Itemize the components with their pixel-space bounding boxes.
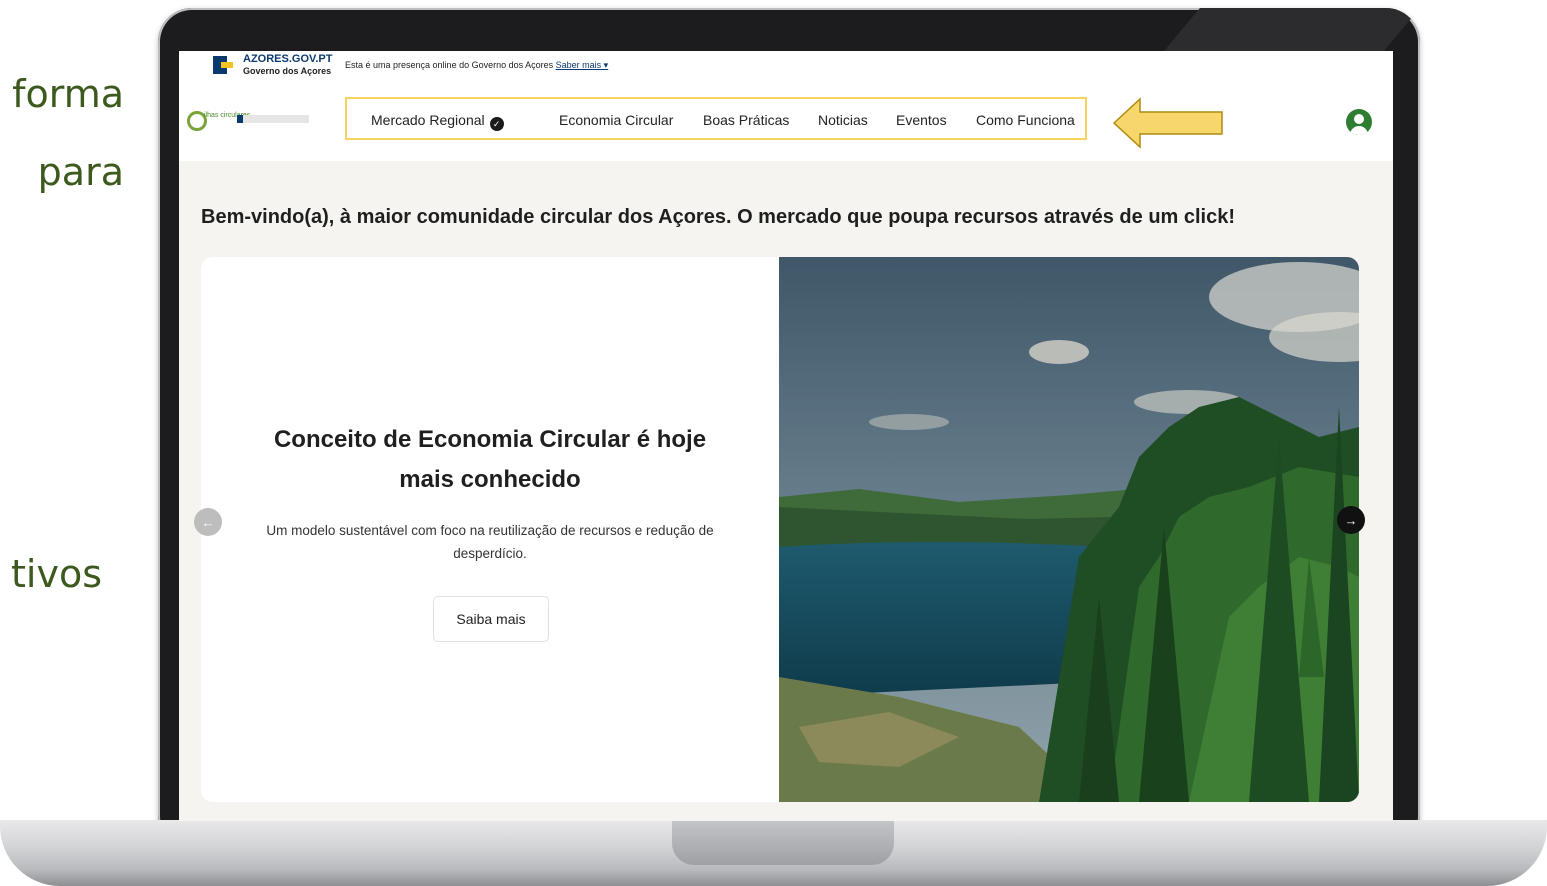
hero-description: Um modelo sustentável com foco na reutil… <box>266 523 714 561</box>
user-head <box>1354 114 1364 124</box>
side-text-forma: forma <box>12 72 124 116</box>
hero-carousel: Conceito de Economia Circular é hoje mai… <box>201 257 1359 802</box>
partner-logos <box>237 115 309 123</box>
gov-notice-text: Esta é uma presença online do Governo do… <box>345 60 554 70</box>
nav-mercado-regional[interactable]: Mercado Regional ✓ <box>371 112 504 131</box>
nav-como-funciona[interactable]: Como Funciona <box>976 112 1075 128</box>
gov-name: AZORES.GOV.PT <box>243 53 333 65</box>
nav-noticias[interactable]: Noticias <box>818 112 868 128</box>
carousel-prev-button[interactable]: ← <box>194 508 222 536</box>
user-account-icon[interactable] <box>1346 109 1372 135</box>
saiba-mais-button[interactable]: Saiba mais <box>433 596 549 642</box>
user-body <box>1350 126 1368 135</box>
gov-bar: AZORES.GOV.PT Governo dos Açores Esta é … <box>179 51 1393 85</box>
side-text-para: para <box>37 150 124 194</box>
gov-subtitle: Governo dos Açores <box>243 66 332 76</box>
hero-title: Conceito de Economia Circular é hoje mai… <box>273 426 707 493</box>
nav-mercado-regional-label: Mercado Regional <box>371 112 485 128</box>
left-arrow-icon <box>1112 97 1223 149</box>
carousel-next-button[interactable]: → <box>1337 506 1365 534</box>
hero-landscape-image <box>779 257 1359 802</box>
side-text-tivos: tivos <box>11 552 102 596</box>
welcome-heading: Bem-vindo(a), à maior comunidade circula… <box>201 206 1236 228</box>
browser-screen: AZORES.GOV.PT Governo dos Açores Esta é … <box>179 51 1393 821</box>
nav-eventos[interactable]: Eventos <box>896 112 947 128</box>
site-header: ilhas circulares Mercado Regional ✓ Econo… <box>179 85 1393 161</box>
saber-mais-link[interactable]: Saber mais ▾ <box>556 60 609 70</box>
check-circle-icon: ✓ <box>489 117 504 131</box>
hero-text-panel: Conceito de Economia Circular é hoje mai… <box>201 257 779 802</box>
nav-economia-circular[interactable]: Economia Circular <box>559 112 673 128</box>
laptop-notch <box>672 820 894 865</box>
azores-flag-icon <box>213 56 233 74</box>
nav-boas-praticas[interactable]: Boas Práticas <box>703 112 789 128</box>
main-nav: Mercado Regional ✓ Economia Circular Boas… <box>345 97 1087 140</box>
gov-notice: Esta é uma presença online do Governo do… <box>345 60 608 71</box>
